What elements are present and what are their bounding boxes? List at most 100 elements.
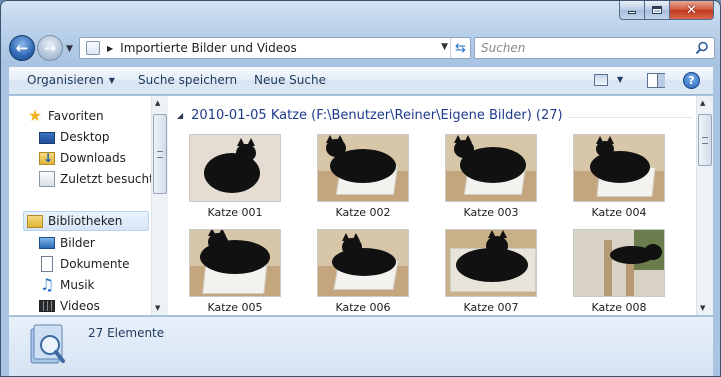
file-item[interactable]: Katze 003 <box>441 134 541 222</box>
file-list-scrollbar[interactable]: ▲ ▼ <box>696 96 713 315</box>
sidebar-item-label: Dokumente <box>60 257 130 271</box>
file-name: Katze 005 <box>207 301 263 314</box>
refresh-button[interactable]: ⇆ <box>450 38 470 58</box>
refresh-icon: ⇆ <box>455 40 466 56</box>
group-header-label: 2010-01-05 Katze (F:\Benutzer\Reiner\Eig… <box>191 108 563 123</box>
address-bar[interactable]: ▶ Importierte Bilder und Videos ▼ ⇆ <box>79 37 471 59</box>
search-input[interactable]: Suchen <box>474 37 715 59</box>
details-pane: 27 Elemente <box>9 316 713 376</box>
collapse-group-icon[interactable]: ◢ <box>177 111 183 120</box>
sidebar-item-label: Bibliotheken <box>48 214 123 228</box>
breadcrumb-separator-icon[interactable]: ▶ <box>107 44 113 53</box>
group-header[interactable]: ◢ 2010-01-05 Katze (F:\Benutzer\Reiner\E… <box>177 108 563 123</box>
organize-button[interactable]: Organisieren ▼ <box>27 73 115 87</box>
file-item[interactable]: Katze 005 <box>185 229 285 315</box>
change-view-icon[interactable] <box>594 74 608 86</box>
file-name: Katze 006 <box>335 301 391 314</box>
file-name: Katze 008 <box>591 301 647 314</box>
file-name: Katze 003 <box>463 206 519 219</box>
file-name: Katze 002 <box>335 206 391 219</box>
file-item[interactable]: Katze 004 <box>569 134 669 222</box>
sidebar-item-favorites[interactable]: ★ Favoriten <box>27 106 104 126</box>
navigation-bar: ← → ▼ ▶ Importierte Bilder und Videos ▼ … <box>9 35 715 61</box>
file-list: ◢ 2010-01-05 Katze (F:\Benutzer\Reiner\E… <box>169 96 696 315</box>
sidebar-item-music[interactable]: ♫ Musik <box>39 275 95 295</box>
videos-icon <box>39 300 55 312</box>
sidebar-item-recent-places[interactable]: Zuletzt besucht <box>39 169 151 189</box>
sidebar-item-label: Zuletzt besucht <box>60 172 151 186</box>
group-divider <box>569 117 693 118</box>
thumbnail-image <box>317 229 409 297</box>
sidebar-item-label: Musik <box>60 278 95 292</box>
scroll-down-icon[interactable]: ▼ <box>155 304 160 312</box>
file-item[interactable]: Katze 002 <box>313 134 413 222</box>
caption-buttons: ✕ <box>619 1 714 20</box>
file-item[interactable]: Katze 006 <box>313 229 413 315</box>
sidebar-item-documents[interactable]: Dokumente <box>39 254 130 274</box>
thumbnail-image <box>317 134 409 202</box>
back-button[interactable]: ← <box>9 35 35 61</box>
command-bar: Organisieren ▼ Suche speichern Neue Suche… <box>9 67 713 95</box>
pictures-icon <box>39 237 55 249</box>
sidebar-item-downloads[interactable]: Downloads <box>39 148 126 168</box>
organize-label: Organisieren <box>27 73 104 87</box>
thumbnail-image <box>445 229 537 297</box>
file-item[interactable]: Katze 008 <box>569 229 669 315</box>
file-item[interactable]: Katze 007 <box>441 229 541 315</box>
thumbnail-image <box>573 229 665 297</box>
navigation-pane-scrollbar[interactable]: ▲ ▼ <box>151 96 168 315</box>
view-options-dropdown-icon[interactable]: ▼ <box>617 75 623 84</box>
file-name: Katze 007 <box>463 301 519 314</box>
scrollbar-thumb[interactable] <box>153 114 167 194</box>
chevron-down-icon: ▼ <box>108 76 115 85</box>
close-button[interactable]: ✕ <box>670 1 714 20</box>
item-count: 27 Elemente <box>88 326 165 340</box>
arrow-right-icon: → <box>43 39 57 57</box>
recent-pages-dropdown[interactable]: ▼ <box>66 44 73 54</box>
sidebar-item-pictures[interactable]: Bilder <box>39 233 95 253</box>
navigation-pane: ★ Favoriten Desktop Downloads Zuletzt be… <box>9 96 151 315</box>
maximize-button[interactable] <box>645 1 670 20</box>
sidebar-item-label: Downloads <box>60 151 126 165</box>
file-item[interactable]: Katze 001 <box>185 134 285 222</box>
save-search-button[interactable]: Suche speichern <box>138 73 237 87</box>
minimize-icon <box>628 11 636 14</box>
new-search-button[interactable]: Neue Suche <box>254 73 326 87</box>
file-name: Katze 001 <box>207 206 263 219</box>
star-icon: ★ <box>27 106 43 125</box>
scroll-up-icon[interactable]: ▲ <box>155 99 160 107</box>
recent-places-icon <box>39 171 55 187</box>
forward-button[interactable]: → <box>37 35 63 61</box>
search-results-icon <box>30 324 65 364</box>
sidebar-item-libraries[interactable]: Bibliotheken <box>23 211 149 231</box>
desktop-icon <box>39 132 55 144</box>
preview-pane-toggle[interactable] <box>647 73 665 88</box>
close-icon: ✕ <box>686 2 697 18</box>
sidebar-item-desktop[interactable]: Desktop <box>39 127 110 147</box>
sidebar-item-videos[interactable]: Videos <box>39 296 100 315</box>
music-icon: ♫ <box>39 275 55 294</box>
search-folder-icon <box>86 41 100 55</box>
sidebar-item-label: Bilder <box>60 236 95 250</box>
minimize-button[interactable] <box>619 1 645 20</box>
address-path[interactable]: Importierte Bilder und Videos <box>120 41 297 55</box>
scroll-up-icon[interactable]: ▲ <box>700 99 705 107</box>
sidebar-item-label: Videos <box>60 299 100 313</box>
documents-icon <box>41 256 53 272</box>
sidebar-item-label: Favoriten <box>48 109 104 123</box>
downloads-icon <box>39 151 55 165</box>
address-dropdown-icon[interactable]: ▼ <box>441 42 448 52</box>
search-icon[interactable] <box>695 41 709 55</box>
help-button[interactable]: ? <box>683 72 700 89</box>
maximize-icon <box>652 6 662 14</box>
thumbnail-image <box>573 134 665 202</box>
thumbnail-image <box>189 134 281 202</box>
scrollbar-thumb[interactable] <box>698 114 712 166</box>
libraries-icon <box>27 214 43 228</box>
scroll-down-icon[interactable]: ▼ <box>700 304 705 312</box>
search-placeholder: Suchen <box>481 41 526 55</box>
thumbnail-image <box>189 229 281 297</box>
arrow-left-icon: ← <box>15 39 29 57</box>
explorer-window: ✕ ← → ▼ ▶ Importierte Bilder und Videos … <box>0 0 721 377</box>
file-name: Katze 004 <box>591 206 647 219</box>
